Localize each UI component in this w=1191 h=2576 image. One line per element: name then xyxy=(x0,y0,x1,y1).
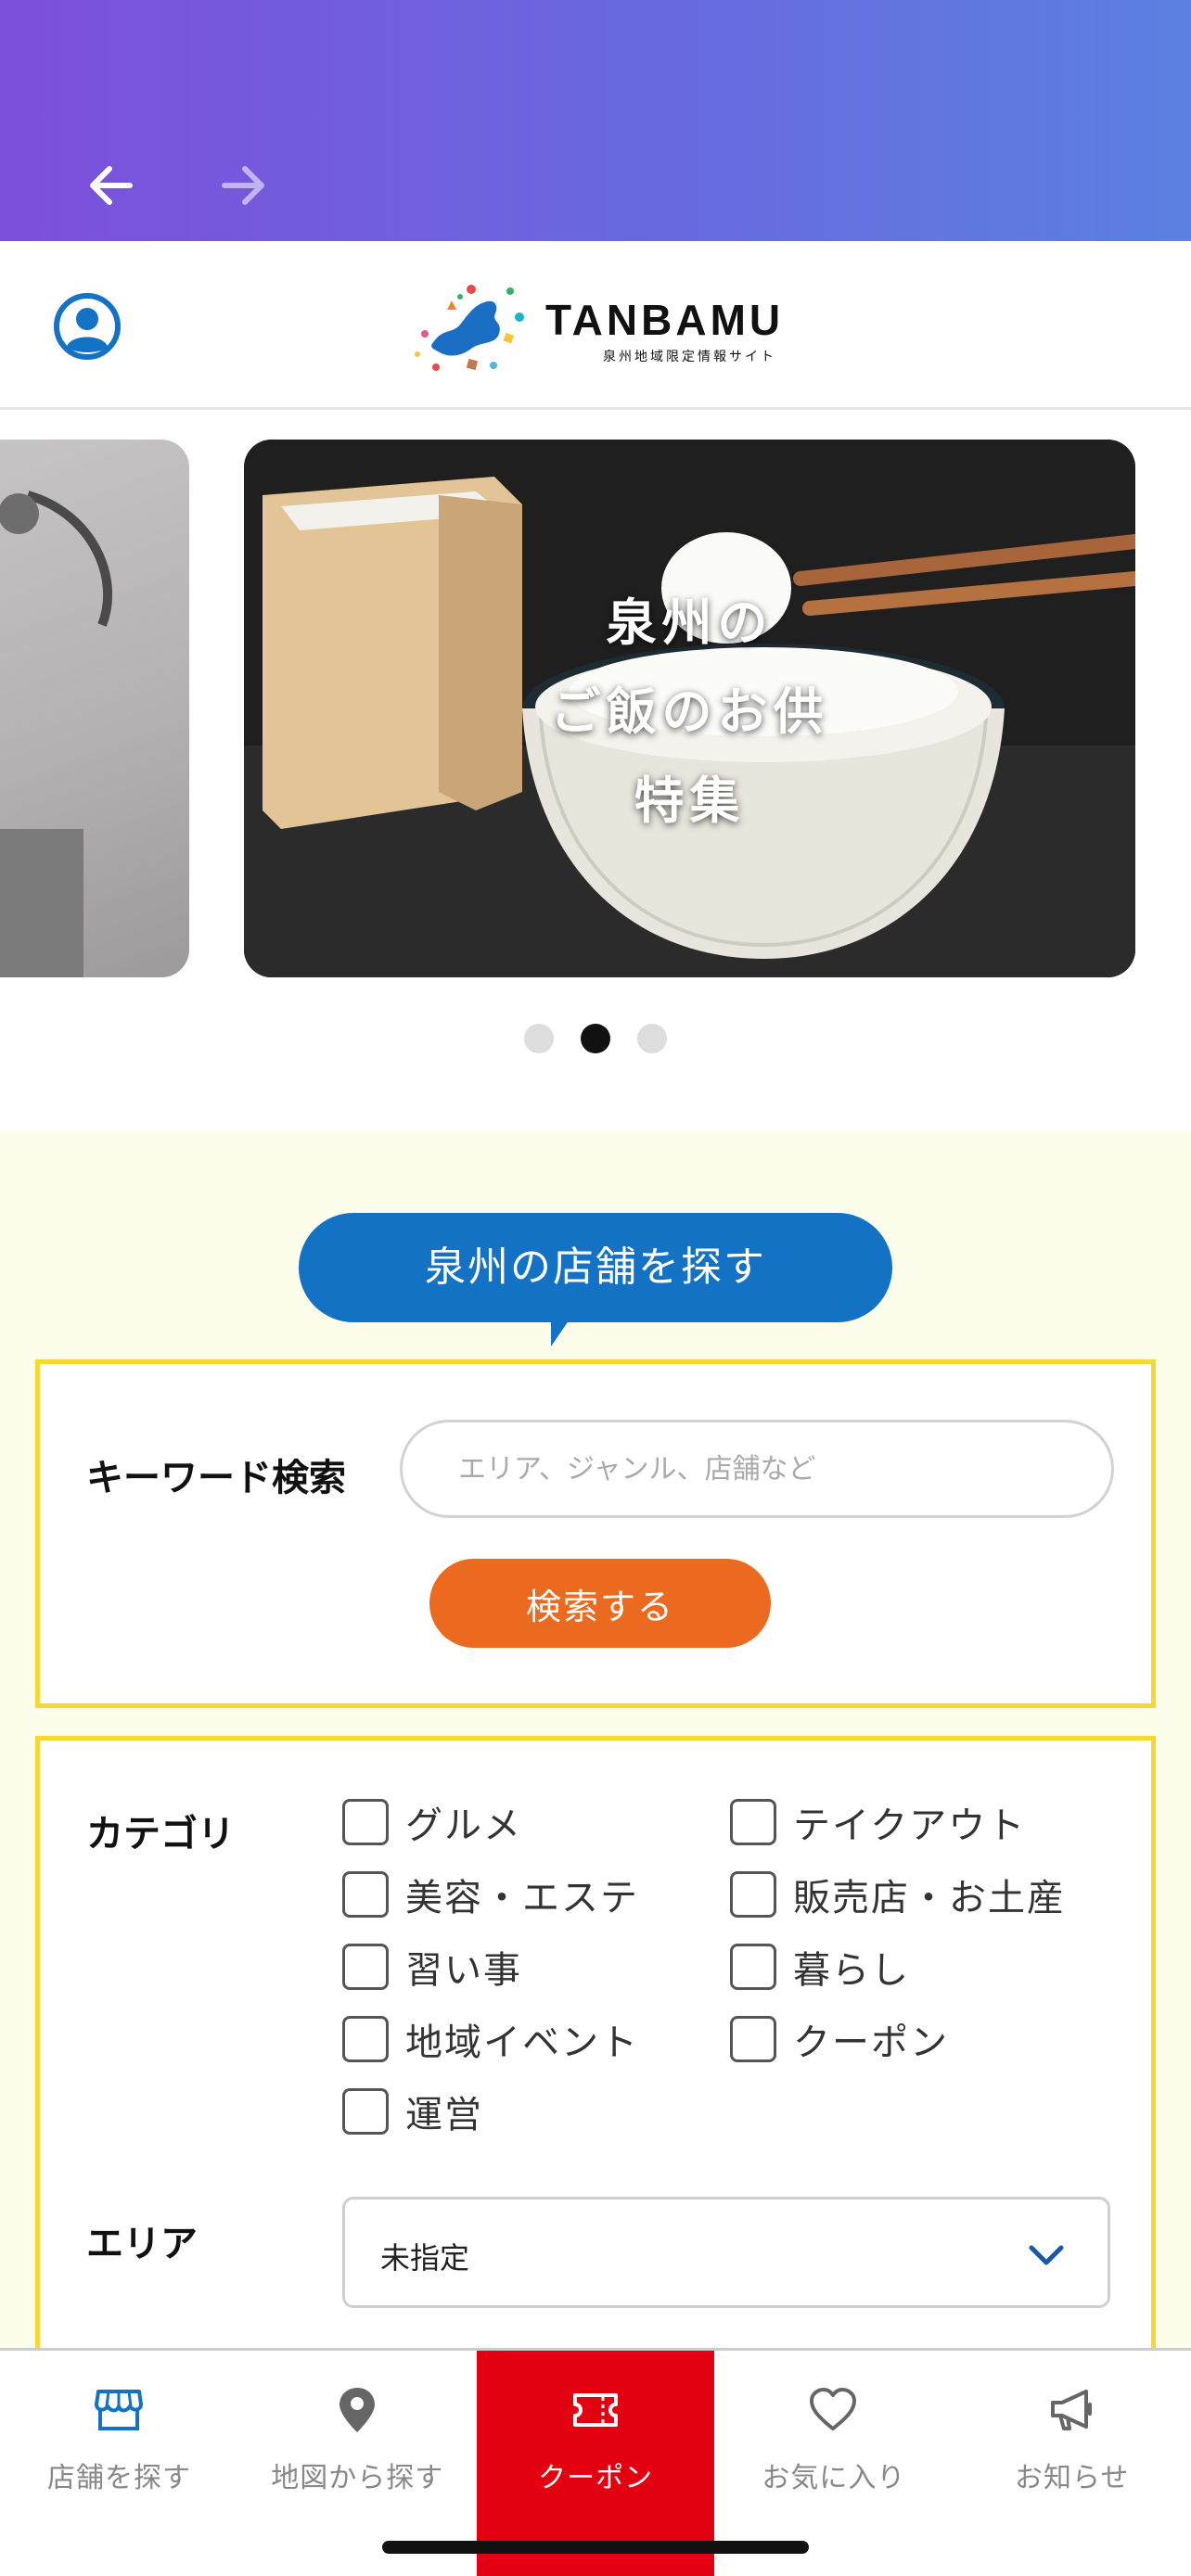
feature-carousel[interactable]: 泉州の ご飯のお供 特集 xyxy=(0,440,1191,977)
map-pin-icon xyxy=(331,2384,383,2436)
logo-subtitle: 泉州地域限定情報サイト xyxy=(603,350,776,364)
carousel-slide-active[interactable]: 泉州の ご飯のお供 特集 xyxy=(244,440,1135,977)
site-header: TANBAMU 泉州地域限定情報サイト xyxy=(0,241,1191,410)
area-label: エリア xyxy=(86,2223,198,2265)
carousel-dot[interactable] xyxy=(523,1024,554,1053)
store-icon xyxy=(93,2384,145,2436)
app-screen: TANBAMU 泉州地域限定情報サイト 泉州の ご飯のお供 特集 泉州の店舗を探… xyxy=(0,0,1191,2576)
category-checkbox-events[interactable]: 地域イベント xyxy=(342,2013,639,2065)
tab-notifications[interactable]: お知らせ xyxy=(953,2351,1191,2576)
category-checkbox-management[interactable]: 運営 xyxy=(342,2085,483,2137)
keyword-search-input[interactable] xyxy=(400,1420,1114,1518)
carousel-pagination xyxy=(0,1024,1191,1057)
checkbox[interactable] xyxy=(342,2016,389,2062)
category-checkbox-shops[interactable]: 販売店・お土産 xyxy=(730,1868,1066,1920)
checkbox-label: グルメ xyxy=(405,1804,522,1847)
slide-title-line: 泉州の xyxy=(606,593,774,652)
keyword-search-label: キーワード検索 xyxy=(86,1457,346,1499)
logo-wordmark: TANBAMU xyxy=(545,296,785,344)
chevron-down-icon xyxy=(1029,2245,1064,2265)
checkbox-label: 運営 xyxy=(405,2094,483,2136)
checkbox-label: 美容・エステ xyxy=(405,1877,639,1919)
checkbox-label: 習い事 xyxy=(405,1949,522,1992)
category-checkbox-takeout[interactable]: テイクアウト xyxy=(730,1796,1026,1848)
coupon-icon xyxy=(570,2384,621,2436)
category-checkbox-beauty[interactable]: 美容・エステ xyxy=(342,1868,639,1920)
tab-label: 店舗を探す xyxy=(47,2462,191,2494)
home-indicator[interactable] xyxy=(382,2541,809,2554)
category-checkbox-gourmet[interactable]: グルメ xyxy=(342,1796,522,1848)
speech-bubble-tail xyxy=(551,1317,575,1346)
checkbox[interactable] xyxy=(730,2016,776,2062)
checkbox-label: 販売店・お土産 xyxy=(793,1877,1066,1919)
browser-toolbar xyxy=(0,0,1191,241)
area-select[interactable]: 未指定 xyxy=(342,2197,1110,2308)
tab-label: お知らせ xyxy=(1014,2462,1130,2494)
slide-title-line: 特集 xyxy=(634,772,746,830)
logo-mark-icon xyxy=(415,285,524,371)
checkbox[interactable] xyxy=(730,1944,776,1990)
tab-find-stores[interactable]: 店舗を探す xyxy=(0,2351,238,2576)
checkbox[interactable] xyxy=(342,1944,389,1990)
carousel-slide-title: 泉州の ご飯のお供 特集 xyxy=(244,579,1135,846)
carousel-dot-active[interactable] xyxy=(581,1024,610,1053)
checkbox-label: 暮らし xyxy=(793,1949,910,1992)
checkbox-label: テイクアウト xyxy=(793,1804,1027,1847)
megaphone-icon xyxy=(1045,2384,1097,2436)
heart-icon xyxy=(807,2384,859,2436)
category-checkbox-living[interactable]: 暮らし xyxy=(730,1941,910,1993)
checkbox[interactable] xyxy=(730,1871,776,1918)
checkbox[interactable] xyxy=(730,1799,776,1845)
account-icon[interactable] xyxy=(54,293,121,360)
slide-title-line: ご飯のお供 xyxy=(550,682,829,741)
tab-label: クーポン xyxy=(538,2462,654,2494)
checkbox-label: クーポン xyxy=(793,2021,949,2064)
tab-label: お気に入り xyxy=(762,2462,906,2494)
kettle-photo xyxy=(0,491,113,977)
category-label: カテゴリ xyxy=(86,1813,235,1855)
checkbox[interactable] xyxy=(342,1871,389,1918)
checkbox-label: 地域イベント xyxy=(405,2021,639,2064)
forward-arrow-icon[interactable] xyxy=(215,158,271,213)
tab-label: 地図から探す xyxy=(271,2462,444,2494)
search-button[interactable]: 検索する xyxy=(429,1559,771,1648)
carousel-dot[interactable] xyxy=(637,1024,668,1053)
checkbox[interactable] xyxy=(342,1799,389,1845)
carousel-slide-previous[interactable] xyxy=(0,440,189,977)
back-arrow-icon[interactable] xyxy=(83,158,139,213)
store-search-heading: 泉州の店舗を探す xyxy=(299,1213,892,1322)
category-checkbox-coupon[interactable]: クーポン xyxy=(730,2013,949,2065)
area-selected-value: 未指定 xyxy=(380,2240,470,2276)
keyword-search-box: キーワード検索 検索する xyxy=(35,1359,1156,1708)
site-logo[interactable]: TANBAMU 泉州地域限定情報サイト xyxy=(406,269,796,380)
checkbox[interactable] xyxy=(342,2088,389,2135)
category-checkbox-lessons[interactable]: 習い事 xyxy=(342,1941,522,1993)
